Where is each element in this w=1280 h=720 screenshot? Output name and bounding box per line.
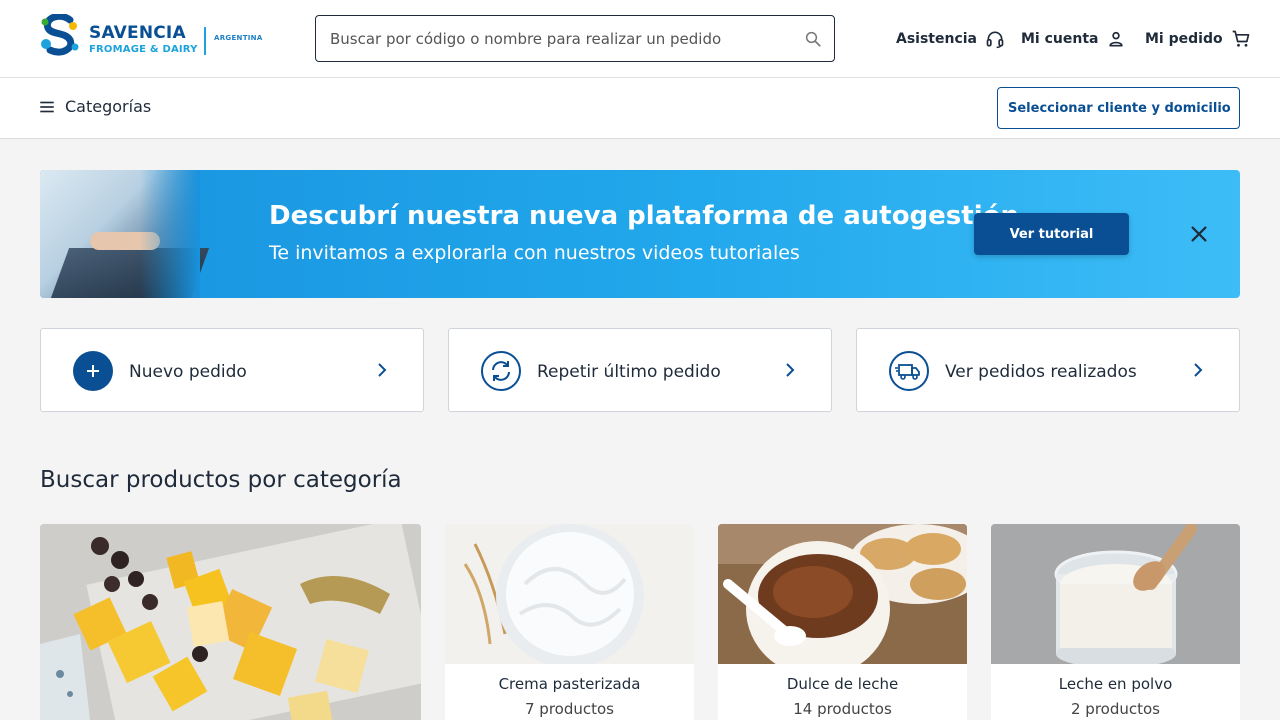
account-label: Mi cuenta <box>1021 31 1099 47</box>
repeat-last-order-card[interactable]: Repetir último pedido <box>448 328 832 412</box>
categories-section-title: Buscar productos por categoría <box>40 467 402 493</box>
category-card-crema[interactable]: Crema pasterizada 7 productos <box>445 524 694 720</box>
category-card-leche-en-polvo[interactable]: Leche en polvo 2 productos <box>991 524 1240 720</box>
category-card-cheese[interactable] <box>40 524 421 720</box>
logo-subtitle: FROMAGE & DAIRY <box>89 44 198 55</box>
view-orders-label: Ver pedidos realizados <box>945 362 1137 382</box>
savencia-logo[interactable]: SAVENCIA FROMAGE & DAIRY ARGENTINA <box>40 14 263 58</box>
headset-icon <box>986 31 1004 49</box>
account-link[interactable]: Mi cuenta <box>1021 28 1126 50</box>
assistance-label: Asistencia <box>896 31 977 47</box>
crema-image <box>445 524 694 664</box>
banner-title: Descubrí nuestra nueva plataforma de aut… <box>269 201 1019 231</box>
dulce-de-leche-image <box>718 524 967 664</box>
search-input[interactable] <box>330 28 790 50</box>
leche-en-polvo-image <box>991 524 1240 664</box>
sub-header: Categorías Seleccionar cliente y domicil… <box>0 78 1280 139</box>
logo-name: SAVENCIA <box>89 23 186 43</box>
banner-photo <box>40 170 210 298</box>
chevron-right-icon <box>378 363 387 377</box>
categories-label: Categorías <box>65 97 152 116</box>
search-icon[interactable] <box>804 30 822 48</box>
search-box <box>315 15 835 62</box>
view-orders-card[interactable]: Ver pedidos realizados <box>856 328 1240 412</box>
close-icon[interactable] <box>1188 223 1210 245</box>
cheese-board-image <box>40 524 421 720</box>
cart-icon <box>1232 30 1249 47</box>
user-icon <box>1109 31 1124 47</box>
banner-photo-fade <box>140 170 200 298</box>
delivery-truck-icon <box>889 351 929 391</box>
banner-subtitle: Te invitamos a explorarla con nuestros v… <box>269 242 800 264</box>
category-name: Dulce de leche <box>786 675 899 693</box>
view-tutorial-button[interactable]: Ver tutorial <box>974 213 1129 255</box>
select-client-button[interactable]: Seleccionar cliente y domicilio <box>997 87 1240 129</box>
hamburger-menu-icon <box>40 101 54 112</box>
repeat-last-order-label: Repetir último pedido <box>537 362 721 382</box>
category-card-dulce-de-leche[interactable]: Dulce de leche 14 productos <box>718 524 967 720</box>
category-count: 14 productos <box>793 700 892 718</box>
chevron-right-icon <box>1194 363 1203 377</box>
cart-link[interactable]: Mi pedido <box>1145 28 1251 50</box>
logo-country: ARGENTINA <box>214 34 263 42</box>
new-order-label: Nuevo pedido <box>129 362 247 382</box>
top-header: SAVENCIA FROMAGE & DAIRY ARGENTINA Asist… <box>0 0 1280 78</box>
category-name: Crema pasterizada <box>498 675 641 693</box>
tutorial-banner: Descubrí nuestra nueva plataforma de aut… <box>40 170 1240 298</box>
chevron-right-icon <box>786 363 795 377</box>
new-order-card[interactable]: Nuevo pedido <box>40 328 424 412</box>
categories-menu-button[interactable]: Categorías <box>38 97 151 116</box>
category-count: 2 productos <box>1071 700 1160 718</box>
cart-label: Mi pedido <box>1145 31 1223 47</box>
assistance-link[interactable]: Asistencia <box>896 28 1005 50</box>
select-client-label: Seleccionar cliente y domicilio <box>1008 100 1231 116</box>
logo-divider <box>204 27 206 55</box>
category-count: 7 productos <box>525 700 614 718</box>
category-name: Leche en polvo <box>1058 675 1173 693</box>
savencia-logo-mark-icon <box>41 14 79 56</box>
plus-circle-icon <box>73 351 113 391</box>
refresh-icon <box>481 351 521 391</box>
